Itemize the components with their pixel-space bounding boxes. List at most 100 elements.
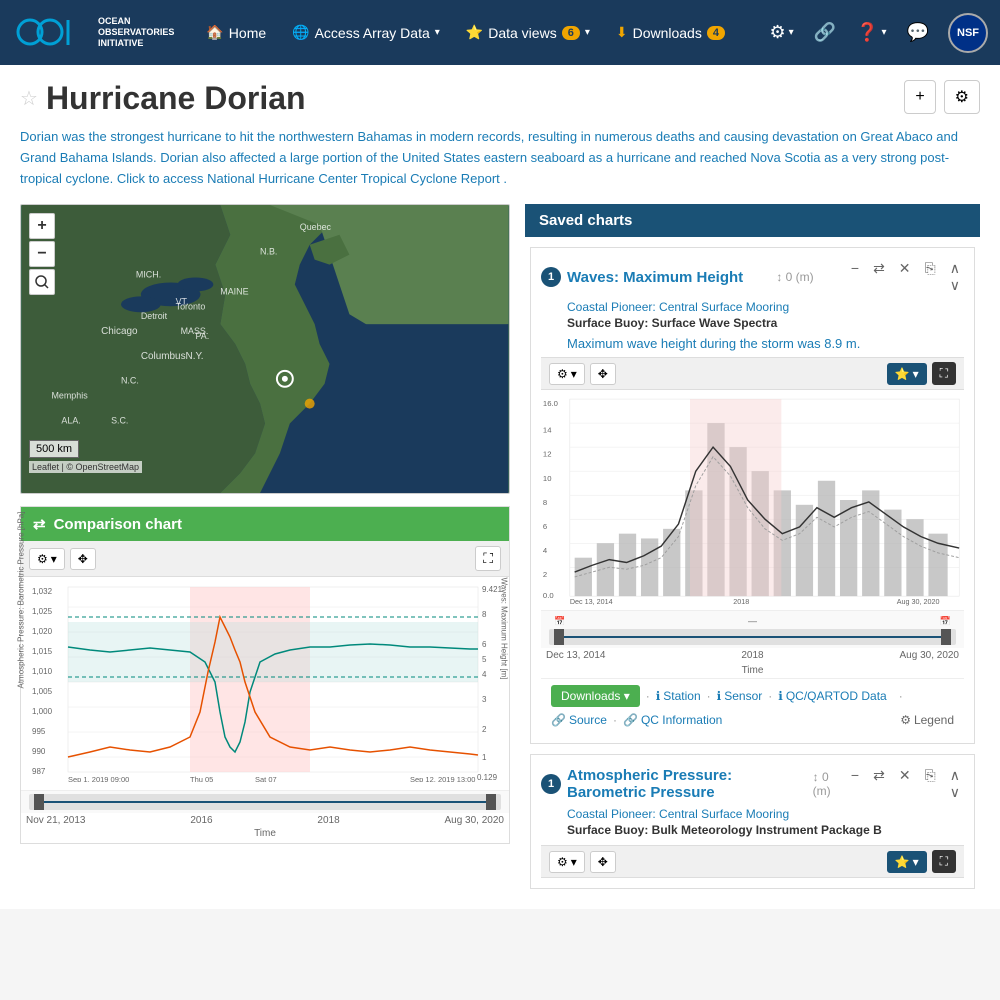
comparison-pan-btn[interactable]: ✥: [70, 548, 96, 570]
atmo-gear-dropdown-icon: ▾: [571, 855, 577, 869]
wave-qc-link[interactable]: ℹ QC/QARTOD Data: [778, 689, 886, 703]
wave-time-slider[interactable]: 📅 — 📅: [541, 610, 964, 648]
atmo-expand-icon[interactable]: ∧∨: [946, 765, 964, 803]
comparison-expand-btn[interactable]: ⛶: [475, 546, 501, 571]
svg-text:1,025: 1,025: [32, 607, 53, 616]
waves-minus-icon[interactable]: −: [847, 258, 863, 296]
svg-text:0.129: 0.129: [477, 773, 498, 782]
left-column: Chicago Columbus N.C. N.Y. MASS. VT. Mem…: [20, 204, 510, 894]
wave-slider-right[interactable]: [941, 629, 951, 645]
atmo-controls: − ⇄ ✕ ⎘ ∧∨: [847, 765, 964, 803]
atmo-close-icon[interactable]: ✕: [895, 765, 915, 803]
svg-text:0.0: 0.0: [543, 591, 554, 600]
zoom-in-button[interactable]: +: [29, 213, 55, 239]
content-grid: Chicago Columbus N.C. N.Y. MASS. VT. Mem…: [20, 204, 980, 894]
slider-right-handle[interactable]: [486, 794, 496, 810]
nav-data-views[interactable]: ⭐ Data views 6 ▾: [454, 16, 602, 49]
wave-qcinfo-link[interactable]: 🔗 QC Information: [623, 713, 722, 727]
right-column: Saved charts 1 Waves: Maximum Height ↕ 0…: [525, 204, 980, 894]
svg-text:Sep 12, 2019 13:00: Sep 12, 2019 13:00: [410, 775, 475, 782]
time-end: Aug 30, 2020: [444, 815, 504, 826]
map-controls: + −: [29, 213, 55, 295]
settings-dropdown-icon: ▾: [789, 27, 794, 38]
wave-time-end: Aug 30, 2020: [900, 650, 960, 661]
dataviews-dropdown-icon: ▾: [585, 27, 590, 38]
zoom-out-button[interactable]: −: [29, 241, 55, 267]
downloads-badge: 4: [707, 26, 725, 40]
brand-logo[interactable]: OCEAN OBSERVATORIES INITIATIVE: [12, 10, 174, 55]
settings-dropdown-sm-icon: ▾: [51, 552, 57, 566]
compare-icon: ⇄: [33, 515, 46, 533]
svg-text:N.C.: N.C.: [121, 376, 139, 386]
saved-charts-header: Saved charts: [525, 204, 980, 237]
wave-station-link[interactable]: ℹ Station: [656, 689, 701, 703]
gear-legend-icon: ⚙: [900, 713, 911, 727]
atmo-settings-btn[interactable]: ⚙ ▾: [549, 851, 585, 873]
atmo-fullscreen-btn[interactable]: ⛶: [932, 850, 956, 873]
wave-settings-btn[interactable]: ⚙ ▾: [549, 363, 585, 385]
wave-slider-left[interactable]: [554, 629, 564, 645]
y-right-label: Waves: Maximum Height [m]: [500, 568, 509, 688]
wave-fullscreen-btn[interactable]: ⛶: [932, 362, 956, 385]
info-icon-station: ℹ: [656, 689, 661, 703]
waves-expand-icon[interactable]: ∧∨: [946, 258, 964, 296]
nav-access-label: Access Array Data: [315, 25, 430, 41]
navbar: OCEAN OBSERVATORIES INITIATIVE 🏠 Home 🌐 …: [0, 0, 1000, 65]
svg-text:4: 4: [482, 670, 487, 679]
wave-slider-icon-right[interactable]: 📅: [940, 616, 951, 627]
svg-text:10: 10: [543, 474, 552, 483]
atmo-shuffle-icon[interactable]: ⇄: [869, 765, 889, 803]
svg-text:ALA.: ALA.: [61, 416, 80, 426]
atmo-subtitle: Coastal Pioneer: Central Surface Mooring: [567, 807, 964, 821]
waves-export-icon[interactable]: ⎘: [921, 258, 940, 296]
chat-btn[interactable]: 💬: [901, 16, 935, 49]
help-btn[interactable]: ❓ ▾: [850, 16, 892, 49]
nav-access-array[interactable]: 🌐 Access Array Data ▾: [280, 16, 452, 49]
nav-home[interactable]: 🏠 Home: [194, 16, 278, 49]
share-btn[interactable]: 🔗: [808, 16, 842, 49]
svg-text:2: 2: [543, 570, 547, 579]
comparison-chart-title: Comparison chart: [54, 516, 182, 533]
svg-text:MICH.: MICH.: [136, 270, 161, 280]
atmo-star-btn[interactable]: ⭐ ▾: [887, 851, 927, 873]
wave-source-link[interactable]: 🔗 Source: [551, 713, 607, 727]
share-icon: 🔗: [814, 22, 836, 43]
time-slider[interactable]: [21, 790, 509, 813]
atmo-chart-title: Atmospheric Pressure: Barometric Pressur…: [567, 767, 807, 801]
atmo-minus-icon[interactable]: −: [847, 765, 863, 803]
page-settings-button[interactable]: ⚙: [944, 80, 980, 114]
wave-pan-btn[interactable]: ✥: [590, 363, 616, 385]
comparison-settings-btn[interactable]: ⚙ ▾: [29, 548, 65, 570]
svg-text:1,015: 1,015: [32, 647, 53, 656]
wave-time-mid: 2018: [741, 650, 763, 661]
svg-text:Chicago: Chicago: [101, 326, 138, 337]
waves-instrument: Surface Buoy: Surface Wave Spectra: [567, 316, 964, 330]
wave-legend-btn[interactable]: ⚙ Legend: [900, 713, 954, 727]
add-button[interactable]: +: [904, 80, 935, 114]
atmo-export-icon[interactable]: ⎘: [921, 765, 940, 803]
atmo-pan-btn[interactable]: ✥: [590, 851, 616, 873]
favorite-star-icon[interactable]: ☆: [20, 86, 38, 111]
comparison-chart: ⇄ Comparison chart ⚙ ▾ ✥ ⛶: [20, 506, 510, 844]
svg-text:987: 987: [32, 767, 46, 776]
slider-left-handle[interactable]: [34, 794, 44, 810]
time-mid2: 2018: [317, 815, 339, 826]
waves-shuffle-icon[interactable]: ⇄: [869, 258, 889, 296]
wave-sensor-link[interactable]: ℹ Sensor: [717, 689, 763, 703]
brand-line3: INITIATIVE: [98, 38, 174, 49]
svg-text:3: 3: [482, 695, 487, 704]
pan-icon: ✥: [78, 552, 88, 566]
wave-star-btn[interactable]: ⭐ ▾: [887, 363, 927, 385]
zoom-reset-button[interactable]: [29, 269, 55, 295]
wave-downloads-btn[interactable]: Downloads ▾: [551, 685, 640, 707]
wave-slider-icon-left[interactable]: 📅: [554, 616, 565, 627]
waves-close-icon[interactable]: ✕: [895, 258, 915, 296]
svg-text:N.B.: N.B.: [260, 247, 277, 257]
svg-text:Memphis: Memphis: [51, 391, 88, 401]
atmo-chart-toolbar: ⚙ ▾ ✥ ⭐ ▾ ⛶: [541, 845, 964, 878]
wave-slider-line: [559, 636, 946, 638]
time-mid: 2016: [190, 815, 212, 826]
nav-downloads[interactable]: ⬇ Downloads 4: [604, 16, 737, 49]
home-icon: 🏠: [206, 24, 223, 41]
settings-btn[interactable]: ⚙ ▾: [764, 16, 800, 49]
